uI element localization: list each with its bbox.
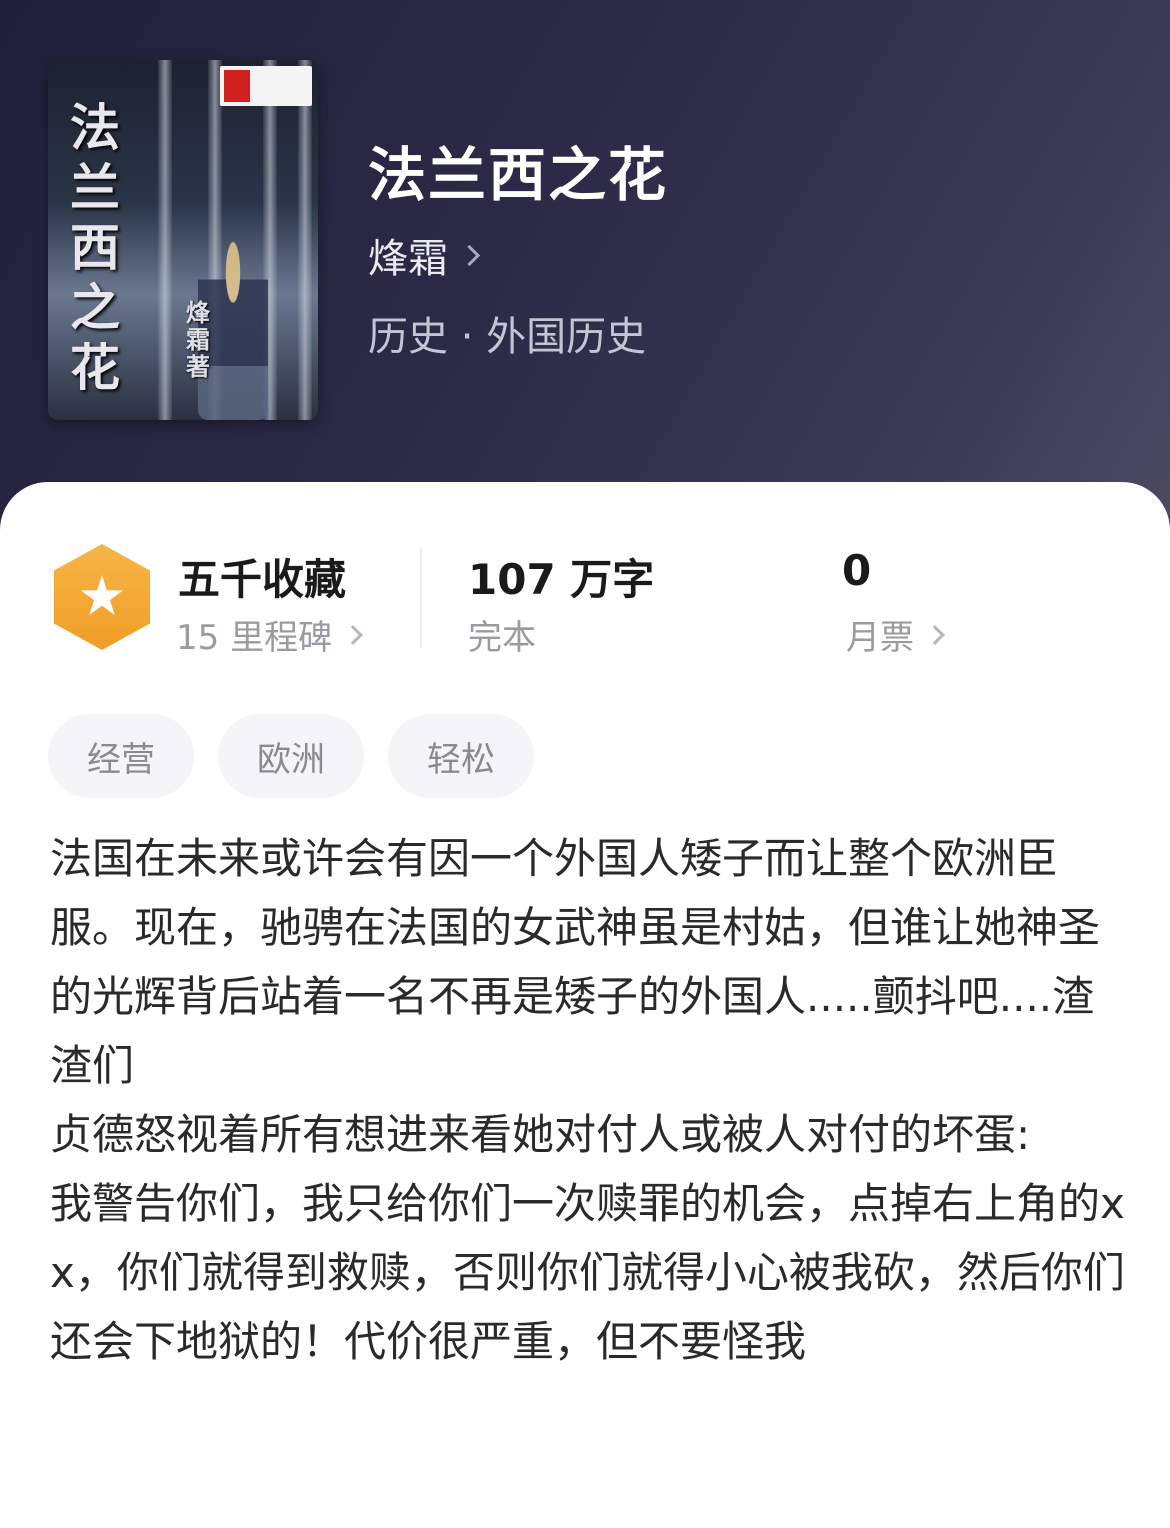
chevron-right-icon	[458, 244, 481, 266]
book-cover-image[interactable]: 法兰西之花 烽霜著	[48, 60, 318, 420]
tag-list: 经营 欧洲 轻松	[48, 714, 534, 798]
cover-pillar	[158, 60, 172, 420]
cover-author-text: 烽霜著	[186, 299, 210, 381]
cover-title-text: 法兰西之花	[70, 98, 120, 397]
milestone-link[interactable]: 15 里程碑	[176, 610, 363, 659]
book-category: 历史 · 外国历史	[368, 314, 647, 360]
author-link[interactable]: 烽霜	[368, 226, 481, 284]
tag-chip[interactable]: 欧洲	[218, 714, 364, 798]
tag-chip[interactable]: 轻松	[388, 714, 534, 798]
cover-publisher-badge	[220, 66, 312, 106]
monthly-ticket-link[interactable]: 月票	[846, 610, 945, 659]
milestone-label: 15 里程碑	[176, 618, 333, 658]
completion-status: 完本	[468, 610, 536, 659]
book-synopsis: 法国在未来或许会有因一个外国人矮子而让整个欧洲臣服。现在，驰骋在法国的女武神虽是…	[50, 834, 1125, 1366]
completion-label: 完本	[468, 618, 536, 658]
book-header: 法兰西之花 烽霜著 法兰西之花 烽霜 历史 · 外国历史	[0, 0, 1170, 520]
collection-title: 五千收藏	[178, 555, 347, 604]
tag-chip[interactable]: 经营	[48, 714, 194, 798]
book-title: 法兰西之花	[368, 141, 669, 209]
stats-divider	[420, 548, 422, 648]
star-icon	[80, 575, 124, 616]
monthly-ticket-count: 0	[842, 546, 872, 595]
book-info-card: 五千收藏 15 里程碑 107 万字 完本 0 月票 经营 欧洲 轻松 法国在未…	[0, 482, 1170, 1528]
word-count: 107 万字	[468, 555, 655, 604]
monthly-ticket-label: 月票	[846, 618, 914, 658]
chevron-right-icon	[925, 624, 945, 645]
cover-pillar	[298, 60, 312, 420]
author-name: 烽霜	[368, 236, 448, 282]
chevron-right-icon	[343, 624, 363, 645]
star-hexagon-icon	[54, 544, 150, 650]
